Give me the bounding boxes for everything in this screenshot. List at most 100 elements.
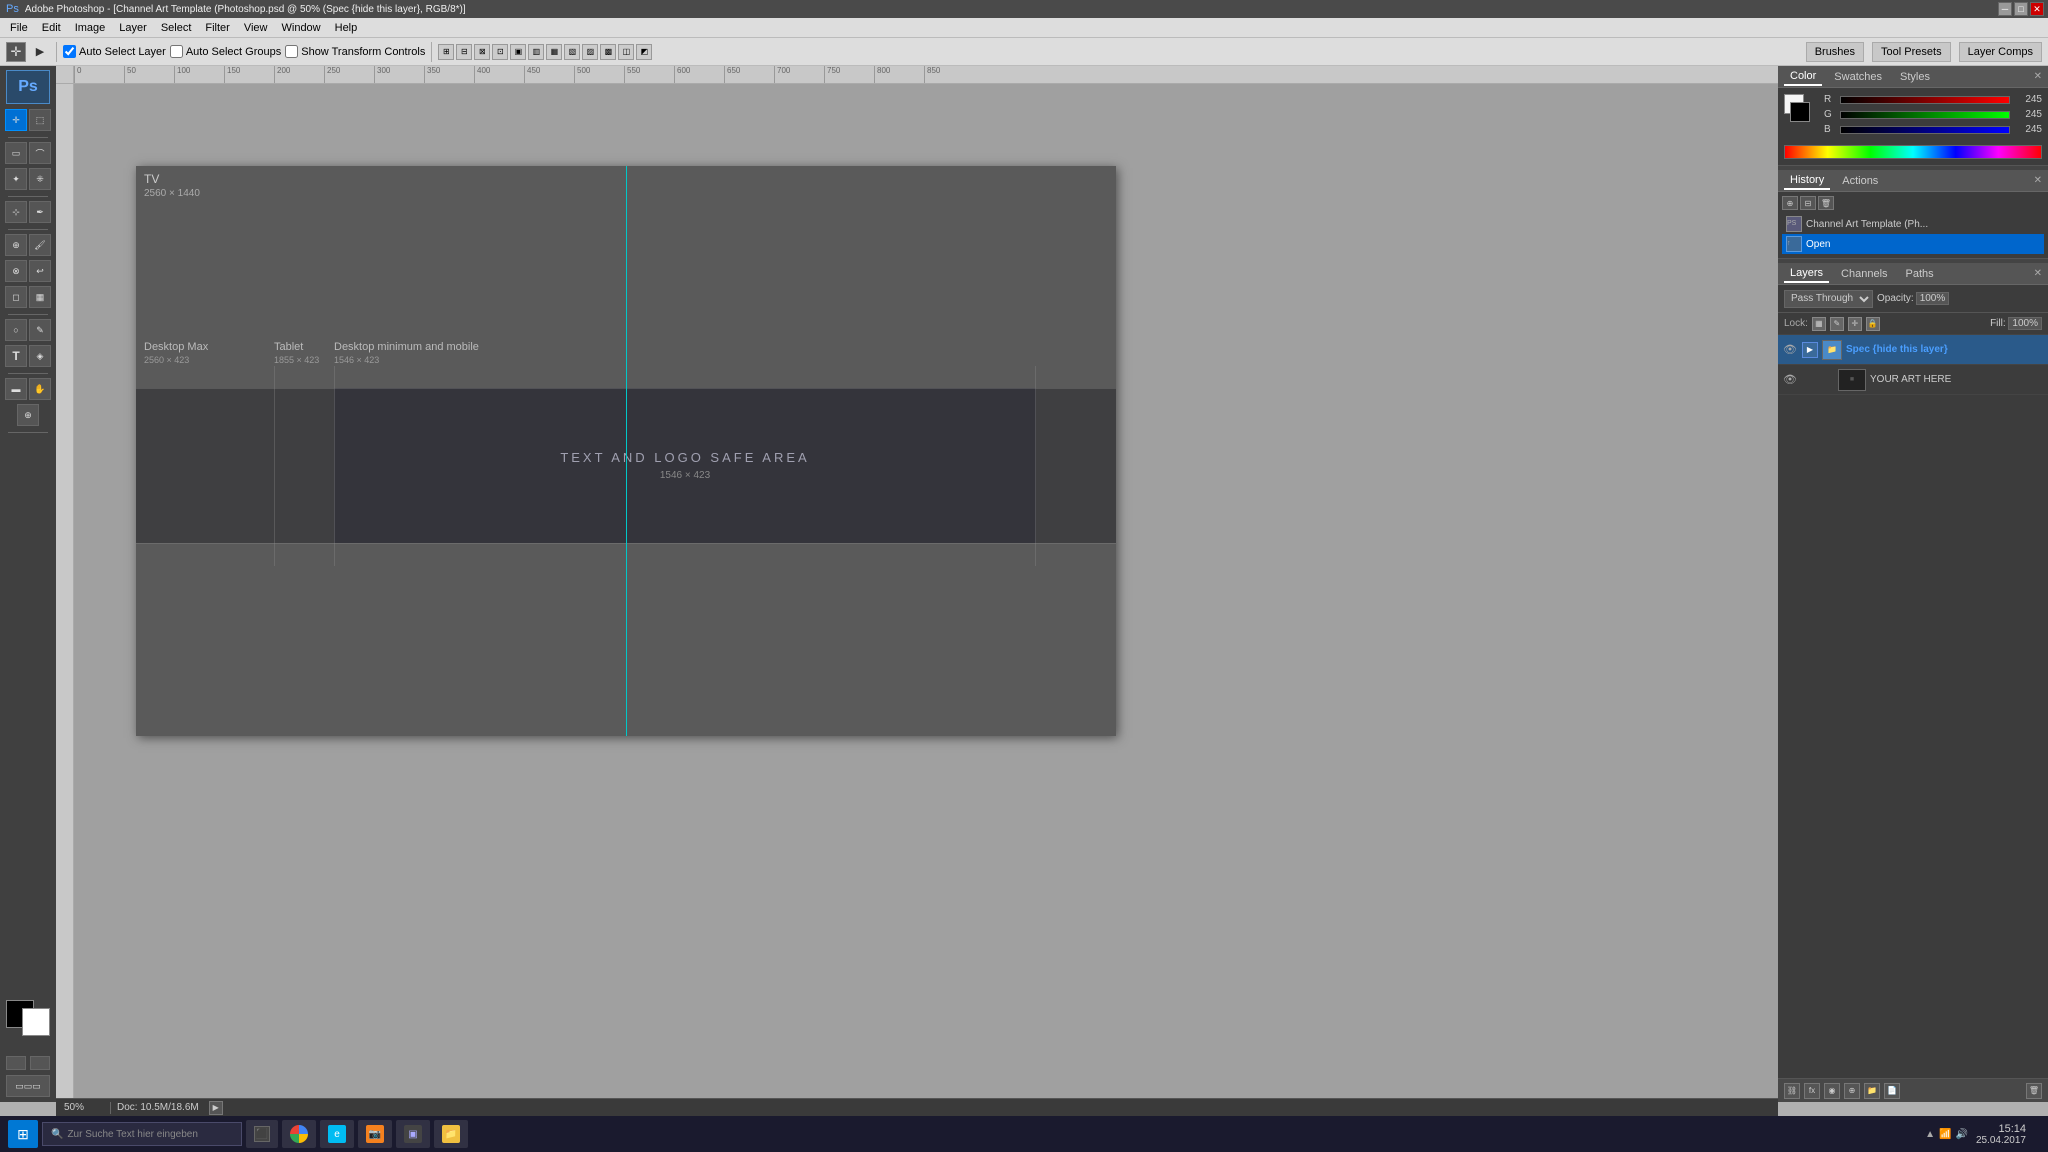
taskbar-app-3[interactable]: ▣ xyxy=(396,1120,430,1148)
gradient-tool[interactable]: ▦ xyxy=(29,286,51,308)
task-view-button[interactable]: ⬛ xyxy=(246,1120,278,1148)
lock-position-icon[interactable]: ✛ xyxy=(1848,317,1862,331)
artboard-tool[interactable]: ⬚ xyxy=(29,109,51,131)
color-spectrum[interactable] xyxy=(1784,145,2042,159)
delete-layer-icon[interactable]: 🗑 xyxy=(2026,1083,2042,1099)
auto-select-groups-label[interactable]: Auto Select Groups xyxy=(170,45,281,58)
background-color[interactable] xyxy=(22,1008,50,1036)
auto-select-layer-checkbox[interactable] xyxy=(63,45,76,58)
path-selection-tool[interactable]: ◈ xyxy=(29,345,51,367)
start-button[interactable]: ⊞ xyxy=(8,1120,38,1148)
distribute-top-icon[interactable]: ▩ xyxy=(600,44,616,60)
new-snapshot-icon[interactable]: ⊕ xyxy=(1782,196,1798,210)
menu-file[interactable]: File xyxy=(4,20,34,36)
r-slider[interactable] xyxy=(1840,96,2010,104)
align-bottom-icon[interactable]: ▥ xyxy=(528,44,544,60)
fill-value[interactable]: 100% xyxy=(2008,317,2042,330)
new-layer-icon[interactable]: 📄 xyxy=(1884,1083,1900,1099)
taskbar-app-2[interactable]: 📷 xyxy=(358,1120,392,1148)
move-tool[interactable]: ✛ xyxy=(5,109,27,131)
link-layers-icon[interactable]: ⛓ xyxy=(1784,1083,1800,1099)
healing-brush-tool[interactable]: ⊕ xyxy=(5,234,27,256)
brushes-tab[interactable]: Brushes xyxy=(1806,42,1864,62)
show-transform-controls-checkbox[interactable] xyxy=(285,45,298,58)
brush-tool[interactable]: 🖌 xyxy=(29,234,51,256)
align-right-icon[interactable]: ⊠ xyxy=(474,44,490,60)
layer-visibility-eye[interactable]: 👁 xyxy=(1782,372,1798,388)
menu-view[interactable]: View xyxy=(238,20,274,36)
layers-panel-close[interactable]: ✕ xyxy=(2034,268,2042,279)
actions-tab[interactable]: Actions xyxy=(1836,173,1884,189)
layer-folder-toggle[interactable]: ▶ xyxy=(1802,342,1818,358)
minimize-button[interactable]: ─ xyxy=(1998,2,2012,16)
align-center-icon[interactable]: ⊟ xyxy=(456,44,472,60)
clone-stamp-tool[interactable]: ⊗ xyxy=(5,260,27,282)
menu-filter[interactable]: Filter xyxy=(199,20,235,36)
channels-tab-btn[interactable]: Channels xyxy=(1835,266,1893,282)
history-brush-tool[interactable]: ↩ xyxy=(29,260,51,282)
magic-wand-tool[interactable]: ✦ xyxy=(5,168,27,190)
standard-mode-icon[interactable] xyxy=(6,1056,26,1070)
menu-help[interactable]: Help xyxy=(329,20,364,36)
create-fill-icon[interactable]: ⊕ xyxy=(1844,1083,1860,1099)
lock-transparent-icon[interactable]: ▦ xyxy=(1812,317,1826,331)
styles-tab[interactable]: Styles xyxy=(1894,69,1936,85)
menu-image[interactable]: Image xyxy=(69,20,112,36)
crop-tool[interactable]: ⊹ xyxy=(5,201,27,223)
swatches-tab[interactable]: Swatches xyxy=(1828,69,1888,85)
b-slider[interactable] xyxy=(1840,126,2010,134)
history-item-active[interactable]: ↑ Open xyxy=(1782,234,2044,254)
opacity-value[interactable]: 100% xyxy=(1916,292,1950,305)
file-explorer-button[interactable]: 📁 xyxy=(434,1120,468,1148)
zoom-tool[interactable]: ⊕ xyxy=(17,404,39,426)
menu-layer[interactable]: Layer xyxy=(113,20,153,36)
color-tab[interactable]: Color xyxy=(1784,68,1822,86)
dodge-tool[interactable]: ○ xyxy=(5,319,27,341)
align-left-icon[interactable]: ⊞ xyxy=(438,44,454,60)
hand-tool[interactable]: ✋ xyxy=(29,378,51,400)
close-button[interactable]: ✕ xyxy=(2030,2,2044,16)
align-top-icon[interactable]: ⊡ xyxy=(492,44,508,60)
paths-tab-btn[interactable]: Paths xyxy=(1900,266,1940,282)
window-controls[interactable]: ─ □ ✕ xyxy=(1998,2,2044,16)
layer-spec[interactable]: 👁 ▶ 📁 Spec {hide this layer} xyxy=(1778,335,2048,365)
background-color-picker[interactable] xyxy=(1790,102,1810,122)
blend-mode-select[interactable]: Pass Through Normal Multiply Screen xyxy=(1784,290,1873,308)
eraser-tool[interactable]: ◻ xyxy=(5,286,27,308)
color-panel-close[interactable]: ✕ xyxy=(2034,71,2042,82)
distribute-bottom-icon[interactable]: ◩ xyxy=(636,44,652,60)
taskbar-search[interactable]: 🔍 Zur Suche Text hier eingeben xyxy=(42,1122,242,1146)
add-style-icon[interactable]: fx xyxy=(1804,1083,1820,1099)
history-tab[interactable]: History xyxy=(1784,172,1830,190)
align-middle-icon[interactable]: ▣ xyxy=(510,44,526,60)
layers-tab-btn[interactable]: Layers xyxy=(1784,265,1829,283)
text-tool[interactable]: T xyxy=(5,345,27,367)
history-panel-close[interactable]: ✕ xyxy=(2034,175,2042,186)
new-document-icon[interactable]: ⊟ xyxy=(1800,196,1816,210)
taskbar-app-1[interactable]: e xyxy=(320,1120,354,1148)
auto-select-groups-checkbox[interactable] xyxy=(170,45,183,58)
auto-select-layer-label[interactable]: Auto Select Layer xyxy=(63,45,166,58)
volume-icon[interactable]: 🔊 xyxy=(1955,1129,1967,1140)
add-mask-icon[interactable]: ◉ xyxy=(1824,1083,1840,1099)
history-item[interactable]: PS Channel Art Template (Ph... xyxy=(1782,214,2044,234)
menu-edit[interactable]: Edit xyxy=(36,20,67,36)
lasso-tool[interactable]: ⌒ xyxy=(29,142,51,164)
distribute-middle-icon[interactable]: ◫ xyxy=(618,44,634,60)
delete-state-icon[interactable]: 🗑 xyxy=(1818,196,1834,210)
eyedropper-tool[interactable]: ✒ xyxy=(29,201,51,223)
tool-presets-tab[interactable]: Tool Presets xyxy=(1872,42,1951,62)
standard-screen-mode[interactable]: ▭▭▭ xyxy=(6,1075,50,1097)
show-transform-controls-label[interactable]: Show Transform Controls xyxy=(285,45,425,58)
distribute-left-icon[interactable]: ▦ xyxy=(546,44,562,60)
distribute-center-icon[interactable]: ▧ xyxy=(564,44,580,60)
quick-selection-tool[interactable]: ⁜ xyxy=(29,168,51,190)
maximize-button[interactable]: □ xyxy=(2014,2,2028,16)
pen-tool[interactable]: ✎ xyxy=(29,319,51,341)
rect-marquee-tool[interactable]: ▭ xyxy=(5,142,27,164)
distribute-right-icon[interactable]: ▨ xyxy=(582,44,598,60)
layer-visibility-eye[interactable]: 👁 xyxy=(1782,342,1798,358)
tray-icon-1[interactable]: ▲ xyxy=(1925,1129,1935,1140)
menu-select[interactable]: Select xyxy=(155,20,198,36)
quick-mask-icon[interactable] xyxy=(30,1056,50,1070)
